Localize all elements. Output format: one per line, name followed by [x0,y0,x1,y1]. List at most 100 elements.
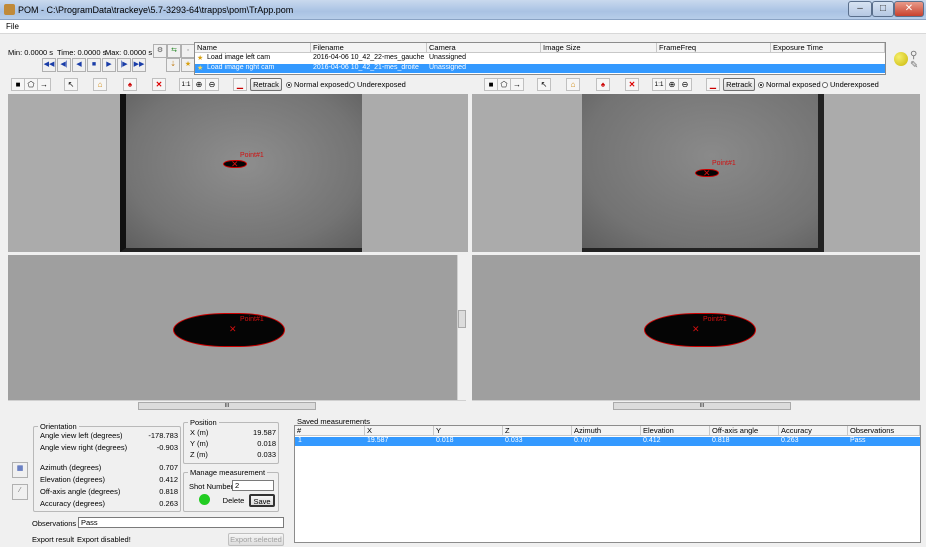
edit-icon[interactable]: ✎ [910,60,922,71]
menu-file[interactable]: File [6,22,19,31]
right-zoom-view[interactable]: ✕ Point#1 [472,255,920,400]
normal-exposed-radio-left[interactable] [286,82,292,88]
col-elevation[interactable]: Elevation [641,426,710,436]
col-x[interactable]: X [365,426,434,436]
point-label: Point#1 [240,152,264,159]
retrack-button-left[interactable]: Retrack [250,78,282,91]
point-label: Point#1 [712,160,736,167]
scroll-thumb[interactable]: III [138,402,316,410]
retrack-button-right[interactable]: Retrack [723,78,755,91]
scroll-thumb[interactable]: III [613,402,791,410]
export-selected-button[interactable]: Export selected [228,533,284,546]
header-name[interactable]: Name [195,43,311,53]
underexposed-label-right: Underexposed [830,80,879,89]
header-exposure-time[interactable]: Exposure Time [771,43,885,53]
underexposed-radio-left[interactable] [349,82,355,88]
zoom-out-icon[interactable]: ⊖ [678,78,692,91]
prev-frame-button[interactable]: ◀| [57,58,71,72]
zoom-in-icon[interactable]: ⊕ [665,78,679,91]
next-frame-button[interactable]: |▶ [117,58,131,72]
left-horizontal-scrollbar[interactable]: III [8,400,466,411]
close-button[interactable]: ✕ [894,1,924,17]
black-square-tool[interactable]: ■ [484,78,498,91]
first-frame-button[interactable]: ◀◀ [42,58,56,72]
orientation-legend: Orientation [40,422,77,431]
folder-icon[interactable]: ★ [181,58,195,72]
table-row[interactable]: 1 19.587 0.018 0.033 0.707 0.412 0.818 0… [295,437,920,446]
link-icon[interactable]: ⚲ [910,50,922,61]
line-tool[interactable]: ▁ [233,78,247,91]
pointer-tool[interactable]: ↖ [537,78,551,91]
delete-point-tool[interactable]: ♠ [123,78,137,91]
delete-button[interactable]: Delete [220,494,247,507]
left-camera-overview[interactable]: ✕ Point#1 [8,94,468,252]
azimuth-label: Azimuth (degrees) [40,463,102,472]
camera-icon: ★ [197,65,204,72]
pointer-tool[interactable]: ↖ [64,78,78,91]
zoom-out-icon[interactable]: ⊖ [205,78,219,91]
camera-setup-icon[interactable]: ▦ [12,462,28,478]
left-vertical-scrollbar[interactable] [457,255,466,400]
maximize-button[interactable]: □ [872,1,894,17]
y-value: 0.018 [257,439,276,448]
last-frame-button[interactable]: ▶▶ [132,58,146,72]
black-square-tool[interactable]: ■ [11,78,25,91]
chart-icon[interactable]: ⁄ [12,484,28,500]
settings-icon[interactable]: ⚙ [153,44,167,58]
zoom-in-icon[interactable]: ⊕ [192,78,206,91]
header-framefreq[interactable]: FrameFreq [657,43,771,53]
scroll-thumb[interactable] [458,310,466,328]
point-marker: ✕ [231,159,239,169]
header-filename[interactable]: Filename [311,43,427,53]
clear-icon[interactable]: ✕ [625,78,639,91]
col-observations[interactable]: Observations [848,426,920,436]
camera-row-right[interactable]: ★ Load image right cam 2016-04-06 10_42_… [195,64,885,73]
marker-tool[interactable]: ⌂ [566,78,580,91]
zoom-1-1-button[interactable]: 1:1 [652,78,666,91]
right-horizontal-scrollbar[interactable]: III [472,400,920,411]
line-tool[interactable]: ▁ [706,78,720,91]
angle-right-value: -0.903 [156,443,178,452]
polygon-tool[interactable]: ⬠ [24,78,38,91]
step-tool[interactable]: → [510,78,524,91]
normal-exposed-label-right: Normal exposed [766,80,821,89]
col-off-axis-angle[interactable]: Off-axis angle [710,426,779,436]
point-marker: ✕ [703,168,711,178]
saved-measurements-table: # X Y Z Azimuth Elevation Off-axis angle… [294,425,921,543]
marker-tool[interactable]: ⌂ [93,78,107,91]
header-image-size[interactable]: Image Size [541,43,657,53]
point-marker: ✕ [692,324,700,334]
export-status: Export disabled! [77,535,131,544]
right-camera-overview[interactable]: ✕ Point#1 [472,94,920,252]
camera-row-left[interactable]: ★ Load image left cam 2016-04-06 10_42_2… [195,54,885,63]
sync-icon[interactable]: ⇆ [167,44,181,58]
stop-button[interactable]: ■ [87,58,101,72]
play-back-button[interactable]: ◀ [72,58,86,72]
x-label: X (m) [190,428,209,437]
underexposed-label-left: Underexposed [357,80,406,89]
observations-input[interactable] [78,517,284,528]
col-number[interactable]: # [295,426,365,436]
save-button[interactable]: Save [249,494,275,507]
load-icon[interactable]: ⇣ [166,58,180,72]
z-value: 0.033 [257,450,276,459]
zoom-1-1-button[interactable]: 1:1 [179,78,193,91]
x-value: 19.587 [253,428,276,437]
angle-left-value: -178.783 [148,431,178,440]
shot-number-input[interactable] [232,480,274,491]
minimize-button[interactable]: – [848,1,872,17]
col-y[interactable]: Y [434,426,503,436]
col-z[interactable]: Z [503,426,572,436]
clear-icon[interactable]: ✕ [152,78,166,91]
underexposed-radio-right[interactable] [822,82,828,88]
step-tool[interactable]: → [37,78,51,91]
header-camera[interactable]: Camera [427,43,541,53]
disabled-icon[interactable]: ▫ [181,44,195,58]
play-button[interactable]: ▶ [102,58,116,72]
normal-exposed-radio-right[interactable] [758,82,764,88]
delete-point-tool[interactable]: ♠ [596,78,610,91]
polygon-tool[interactable]: ⬠ [497,78,511,91]
col-azimuth[interactable]: Azimuth [572,426,641,436]
left-zoom-view[interactable]: ✕ Point#1 [8,255,466,400]
col-accuracy[interactable]: Accuracy [779,426,848,436]
